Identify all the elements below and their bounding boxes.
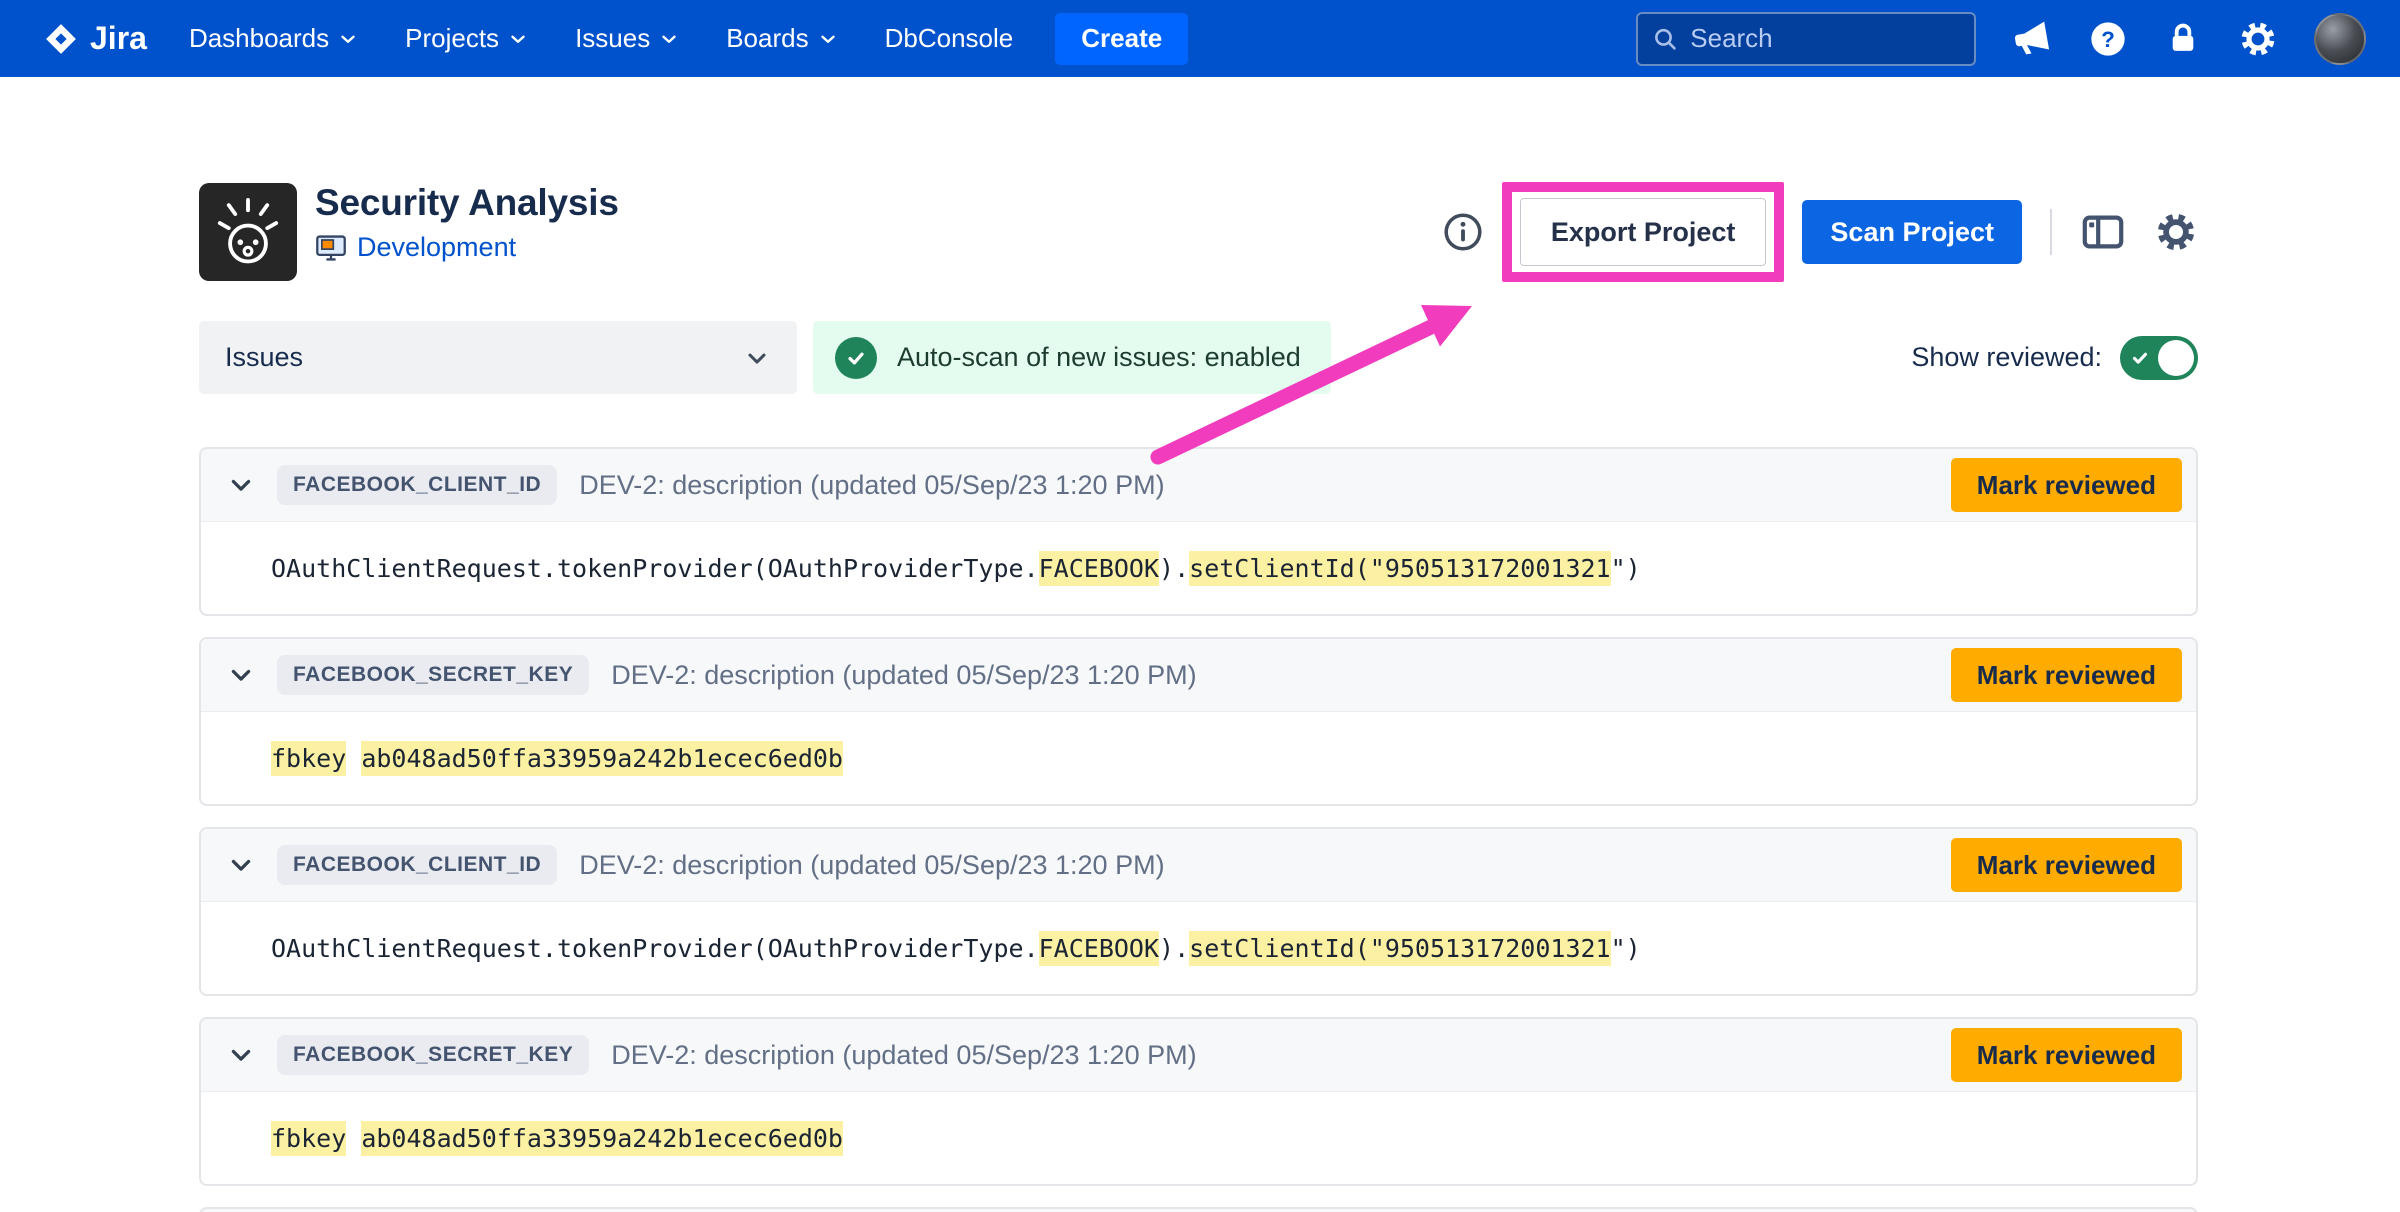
issue-card: FACEBOOK_CLIENT_ID DEV-2: description (u… <box>199 827 2198 996</box>
help-button[interactable]: ? <box>2088 19 2128 59</box>
permissions-button[interactable] <box>2164 20 2202 58</box>
gear-icon <box>2154 210 2198 254</box>
scan-project-button[interactable]: Scan Project <box>1802 200 2022 264</box>
issue-code-snippet: fbkey ab048ad50ffa33959a242b1ecec6ed0b <box>271 1124 843 1153</box>
issue-code-snippet: OAuthClientRequest.tokenProvider(OAuthPr… <box>271 934 1641 963</box>
issue-card-body: fbkey ab048ad50ffa33959a242b1ecec6ed0b <box>201 712 2196 804</box>
info-button[interactable] <box>1442 211 1484 253</box>
export-project-button[interactable]: Export Project <box>1520 198 1767 266</box>
chevron-down-icon <box>817 28 839 50</box>
megaphone-icon <box>2012 19 2052 59</box>
jira-logo-icon <box>44 22 78 56</box>
collapse-chevron-icon[interactable] <box>227 661 255 689</box>
search-icon <box>1652 24 1678 54</box>
settings-button[interactable] <box>2238 19 2278 59</box>
chevron-down-icon <box>337 28 359 50</box>
controls-row: Issues Auto-scan of new issues: enabled … <box>199 321 2198 394</box>
issue-card-body: OAuthClientRequest.tokenProvider(OAuthPr… <box>201 522 2196 614</box>
autoscan-banner-text: Auto-scan of new issues: enabled <box>897 342 1301 373</box>
collapse-chevron-icon[interactable] <box>227 1041 255 1069</box>
filter-value: Issues <box>225 342 303 373</box>
collapse-chevron-icon[interactable] <box>227 471 255 499</box>
project-settings-button[interactable] <box>2154 210 2198 254</box>
svg-text:?: ? <box>2101 26 2115 51</box>
nav-item-dashboards-label: Dashboards <box>189 23 329 54</box>
nav-item-boards-label: Boards <box>726 23 808 54</box>
info-icon <box>1442 211 1484 253</box>
project-avatar <box>199 183 297 281</box>
issue-card-partial <box>199 1207 2198 1212</box>
issue-card-body: OAuthClientRequest.tokenProvider(OAuthPr… <box>201 902 2196 994</box>
gear-icon <box>2238 19 2278 59</box>
user-avatar[interactable] <box>2314 13 2366 65</box>
nav-item-boards[interactable]: Boards <box>726 23 838 54</box>
details-panel-icon <box>2080 209 2126 255</box>
check-circle-icon <box>835 337 877 379</box>
project-avatar-icon <box>207 191 289 273</box>
page: Jira Dashboards Projects Issues Boards <box>0 0 2400 1212</box>
nav-item-projects[interactable]: Projects <box>405 23 529 54</box>
issue-type-badge: FACEBOOK_CLIENT_ID <box>277 845 557 885</box>
issues-list: FACEBOOK_CLIENT_ID DEV-2: description (u… <box>199 447 2198 1207</box>
mark-reviewed-button[interactable]: Mark reviewed <box>1951 648 2182 702</box>
help-icon: ? <box>2088 19 2128 59</box>
issue-type-badge: FACEBOOK_CLIENT_ID <box>277 465 557 505</box>
collapse-chevron-icon[interactable] <box>227 851 255 879</box>
project-category-link[interactable]: Development <box>357 232 516 263</box>
nav-item-issues[interactable]: Issues <box>575 23 680 54</box>
issue-title: DEV-2: description (updated 05/Sep/23 1:… <box>579 850 1929 881</box>
mark-reviewed-button[interactable]: Mark reviewed <box>1951 458 2182 512</box>
issue-card-body: fbkey ab048ad50ffa33959a242b1ecec6ed0b <box>201 1092 2196 1184</box>
chevron-down-icon <box>507 28 529 50</box>
issue-code-snippet: fbkey ab048ad50ffa33959a242b1ecec6ed0b <box>271 744 843 773</box>
show-reviewed-label: Show reviewed: <box>1911 342 2102 373</box>
create-button[interactable]: Create <box>1055 13 1188 65</box>
nav-item-issues-label: Issues <box>575 23 650 54</box>
issue-card-header: FACEBOOK_CLIENT_ID DEV-2: description (u… <box>201 829 2196 902</box>
show-reviewed-toggle[interactable] <box>2120 336 2198 380</box>
header-divider <box>2050 209 2052 255</box>
toggle-check-icon <box>2129 347 2151 369</box>
issue-title: DEV-2: description (updated 05/Sep/23 1:… <box>611 1040 1929 1071</box>
main-nav: Dashboards Projects Issues Boards DbCons… <box>189 23 1013 54</box>
jira-logo-text: Jira <box>90 20 147 57</box>
issue-card-header: FACEBOOK_SECRET_KEY DEV-2: description (… <box>201 639 2196 712</box>
top-navbar: Jira Dashboards Projects Issues Boards <box>0 0 2400 77</box>
nav-item-projects-label: Projects <box>405 23 499 54</box>
issue-card: FACEBOOK_SECRET_KEY DEV-2: description (… <box>199 637 2198 806</box>
issue-type-badge: FACEBOOK_SECRET_KEY <box>277 655 589 695</box>
toggle-knob <box>2158 340 2194 376</box>
chevron-down-icon <box>743 344 771 372</box>
search-box[interactable] <box>1636 12 1976 66</box>
issue-title: DEV-2: description (updated 05/Sep/23 1:… <box>611 660 1929 691</box>
issue-card-header: FACEBOOK_CLIENT_ID DEV-2: description (u… <box>201 449 2196 522</box>
nav-item-dashboards[interactable]: Dashboards <box>189 23 359 54</box>
jira-logo[interactable]: Jira <box>44 20 147 57</box>
issue-card-header: FACEBOOK_SECRET_KEY DEV-2: description (… <box>201 1019 2196 1092</box>
mark-reviewed-button[interactable]: Mark reviewed <box>1951 838 2182 892</box>
issue-code-snippet: OAuthClientRequest.tokenProvider(OAuthPr… <box>271 554 1641 583</box>
development-icon <box>315 234 347 262</box>
issue-title: DEV-2: description (updated 05/Sep/23 1:… <box>579 470 1929 501</box>
nav-item-dbconsole[interactable]: DbConsole <box>885 23 1014 54</box>
issue-type-badge: FACEBOOK_SECRET_KEY <box>277 1035 589 1075</box>
announcements-button[interactable] <box>2012 19 2052 59</box>
details-panel-button[interactable] <box>2080 209 2126 255</box>
issues-filter-dropdown[interactable]: Issues <box>199 321 797 394</box>
nav-item-dbconsole-label: DbConsole <box>885 23 1014 54</box>
mark-reviewed-button[interactable]: Mark reviewed <box>1951 1028 2182 1082</box>
issue-card: FACEBOOK_CLIENT_ID DEV-2: description (u… <box>199 447 2198 616</box>
page-title: Security Analysis <box>315 182 619 224</box>
chevron-down-icon <box>658 28 680 50</box>
project-header: Security Analysis Development Export Pro… <box>199 182 2198 282</box>
autoscan-banner: Auto-scan of new issues: enabled <box>813 321 1331 394</box>
search-input[interactable] <box>1690 23 1960 54</box>
lock-icon <box>2164 20 2202 58</box>
issue-card: FACEBOOK_SECRET_KEY DEV-2: description (… <box>199 1017 2198 1186</box>
